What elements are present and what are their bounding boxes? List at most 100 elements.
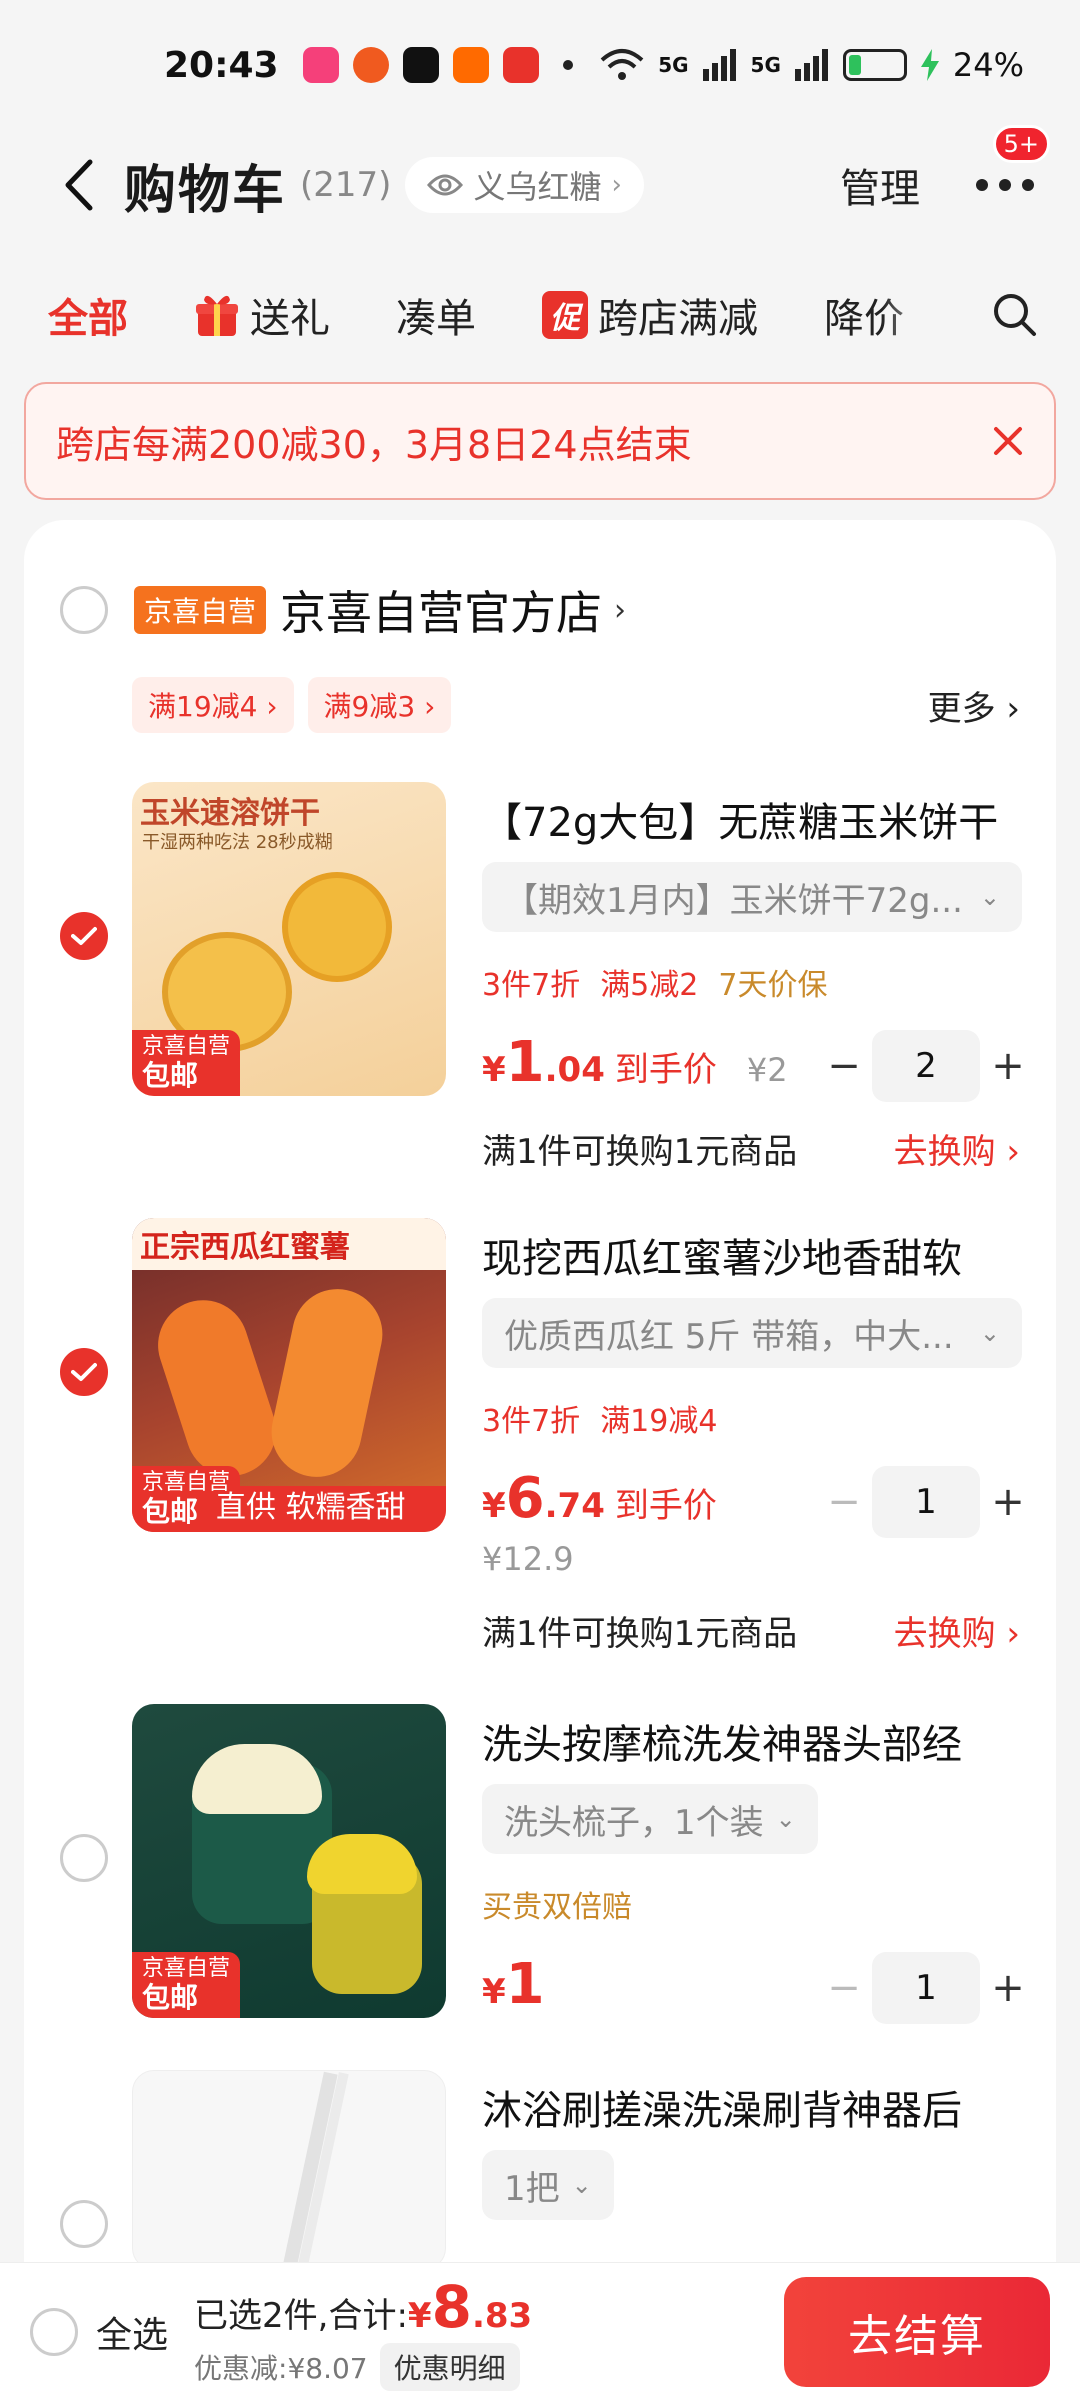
tab-label: 送礼 — [250, 296, 330, 342]
manage-button[interactable]: 管理 — [840, 156, 920, 214]
selected-text: 已选2件,合计: — [194, 2295, 408, 2336]
decrement-button[interactable]: − — [816, 1038, 872, 1094]
app-icon — [452, 47, 489, 83]
sku-selector[interactable]: 洗头梳子，1个装 ⌄ — [482, 1784, 818, 1854]
tab-label: 凑单 — [396, 296, 476, 342]
product-image[interactable]: 正宗西瓜红蜜薯 京喜自营 包邮 直供 软糯香甜 — [132, 1218, 446, 1532]
sku-selector[interactable]: 【期效1月内】玉米饼干72g... ⌄ — [482, 862, 1022, 932]
checkout-button[interactable]: 去结算 — [784, 2277, 1050, 2387]
total-decimal: .83 — [471, 2295, 533, 2336]
chevron-down-icon: ⌄ — [571, 2171, 592, 2199]
cart-item: 京喜自营 包邮 洗头按摩梳洗发神器头部经 洗头梳子，1个装 ⌄ 买贵双倍赔 ¥ 1… — [24, 1704, 1056, 2044]
tab-bundle[interactable]: 凑单 — [396, 286, 476, 344]
item-checkbox[interactable] — [60, 1348, 108, 1396]
tiktok-icon — [402, 47, 439, 83]
checkout-bar: 全选 已选2件,合计: ¥ 8 .83 优惠减:¥8.07 优惠明细 去结算 — [0, 2262, 1080, 2400]
price-integer: 1 — [505, 1030, 545, 1095]
tab-gift[interactable]: 送礼 — [194, 286, 330, 344]
more-coupons-link[interactable]: 更多 › — [928, 681, 1020, 730]
shop-header[interactable]: 京喜自营 京喜自营官方店 › — [60, 582, 1020, 640]
price-protect-tag: 7天价保 — [718, 968, 828, 1003]
product-image[interactable]: 玉米速溶饼干 干湿两种吃法 28秒成糊 京喜自营 包邮 — [132, 782, 446, 1096]
price-currency: ¥ — [482, 1972, 506, 2012]
discount-detail-button[interactable]: 优惠明细 — [379, 2342, 520, 2391]
exchange-link[interactable]: 去换购 › — [894, 1606, 1020, 1655]
price-row: ¥ 1 .04 到手价 ¥2 — [482, 1030, 788, 1100]
coupon-chip[interactable]: 满9减3 › — [307, 677, 452, 733]
network-label: 5G — [658, 53, 689, 77]
original-price: ¥2 — [746, 1051, 788, 1089]
select-all-checkbox[interactable] — [30, 2307, 78, 2356]
total-integer: 8 — [431, 2272, 472, 2341]
promo-tags: 3件7折 满5减2 7天价保 — [482, 960, 827, 1004]
coupon-chip[interactable]: 满19减4 › — [132, 677, 294, 733]
tab-all[interactable]: 全部 — [48, 286, 128, 344]
sku-selector[interactable]: 优质西瓜红 5斤 带箱，中大... ⌄ — [482, 1298, 1022, 1368]
more-button[interactable]: 5+ — [970, 125, 1050, 215]
promo-tag-text: 满19减4 — [600, 1404, 718, 1439]
sweet-potato-illustration — [146, 1288, 288, 1488]
tab-label: 全部 — [48, 296, 128, 342]
shop-badge: 京喜自营 — [134, 586, 267, 634]
tab-cross-store[interactable]: 促 跨店满减 — [542, 286, 758, 344]
check-icon — [71, 1363, 97, 1381]
promo-tags: 3件7折 满19减4 — [482, 1396, 717, 1440]
eye-icon — [427, 174, 464, 196]
select-all-label[interactable]: 全选 — [96, 2306, 168, 2358]
shop-name: 京喜自营官方店 — [280, 586, 603, 640]
item-title[interactable]: 洗头按摩梳洗发神器头部经 — [482, 1712, 1042, 1770]
wifi-icon — [600, 49, 644, 80]
filter-tabs: 全部 送礼 凑单 促 跨店满减 降价 — [0, 270, 1080, 360]
item-title[interactable]: 现挖西瓜红蜜薯沙地香甜软 — [482, 1226, 1042, 1284]
location-pill[interactable]: 义乌红糖 › — [405, 157, 644, 213]
item-checkbox[interactable] — [60, 1834, 108, 1882]
product-image[interactable] — [132, 2070, 446, 2270]
increment-button[interactable]: + — [980, 1474, 1036, 1530]
status-right: 5G 5G 24% — [600, 46, 1024, 84]
item-checkbox[interactable] — [60, 2200, 108, 2248]
decrement-button[interactable]: − — [816, 1960, 872, 2016]
comb-illustration — [307, 1834, 417, 1894]
price-integer: 6 — [505, 1466, 545, 1531]
exchange-text: 满1件可换购1元商品 — [482, 1132, 798, 1172]
thumb-badge-line2: 包邮 — [142, 1059, 199, 1092]
quantity-value[interactable]: 2 — [872, 1030, 980, 1102]
price-decimal: .04 — [544, 1050, 605, 1090]
quantity-value[interactable]: 1 — [872, 1466, 980, 1538]
increment-button[interactable]: + — [980, 1960, 1036, 2016]
cart-count: (217) — [300, 165, 392, 205]
check-icon — [71, 927, 97, 945]
thumb-badge: 京喜自营 包邮 — [132, 1030, 241, 1096]
quantity-value[interactable]: 1 — [872, 1952, 980, 2024]
sku-selector[interactable]: 1把 ⌄ — [482, 2150, 614, 2220]
chevron-right-icon: › — [611, 170, 622, 200]
more-icon — [976, 179, 1034, 191]
original-price: ¥12.9 — [482, 1540, 574, 1578]
item-title[interactable]: 沐浴刷搓澡洗澡刷背神器后 — [482, 2078, 1042, 2136]
price-note: 到手价 — [614, 1486, 717, 1526]
dot-icon — [562, 60, 573, 70]
cart-item: 正宗西瓜红蜜薯 京喜自营 包邮 直供 软糯香甜 现挖西瓜红蜜薯沙地香甜软 优质西瓜… — [24, 1218, 1056, 1698]
shop-card: 京喜自营 京喜自营官方店 › 满19减4 › 满9减3 › 更多 › 玉米速溶饼… — [24, 520, 1056, 2400]
taobao-icon — [502, 47, 539, 83]
cookie-illustration — [282, 872, 392, 982]
search-icon[interactable] — [992, 292, 1038, 338]
thumb-badge: 京喜自营 包邮 — [132, 1952, 241, 2018]
close-icon[interactable] — [992, 425, 1024, 457]
increment-button[interactable]: + — [980, 1038, 1036, 1094]
thumb-badge-line2: 包邮 — [142, 1981, 199, 2014]
battery-percent: 24% — [952, 46, 1024, 84]
promo-tag-text: 满5减2 — [600, 968, 699, 1003]
item-checkbox[interactable] — [60, 912, 108, 960]
status-time: 20:43 — [164, 44, 279, 86]
back-icon[interactable] — [54, 150, 104, 220]
chevron-down-icon: ⌄ — [979, 1319, 1000, 1347]
chevron-down-icon: ⌄ — [979, 883, 1000, 911]
product-image[interactable]: 京喜自营 包邮 — [132, 1704, 446, 2018]
promo-tag: 促 — [542, 291, 588, 339]
comb-illustration — [192, 1744, 322, 1814]
decrement-button[interactable]: − — [816, 1474, 872, 1530]
exchange-link[interactable]: 去换购 › — [894, 1124, 1020, 1173]
item-title[interactable]: 【72g大包】无蔗糖玉米饼干 — [482, 790, 1042, 848]
cart-item: 沐浴刷搓澡洗澡刷背神器后 1把 ⌄ — [24, 2070, 1056, 2270]
